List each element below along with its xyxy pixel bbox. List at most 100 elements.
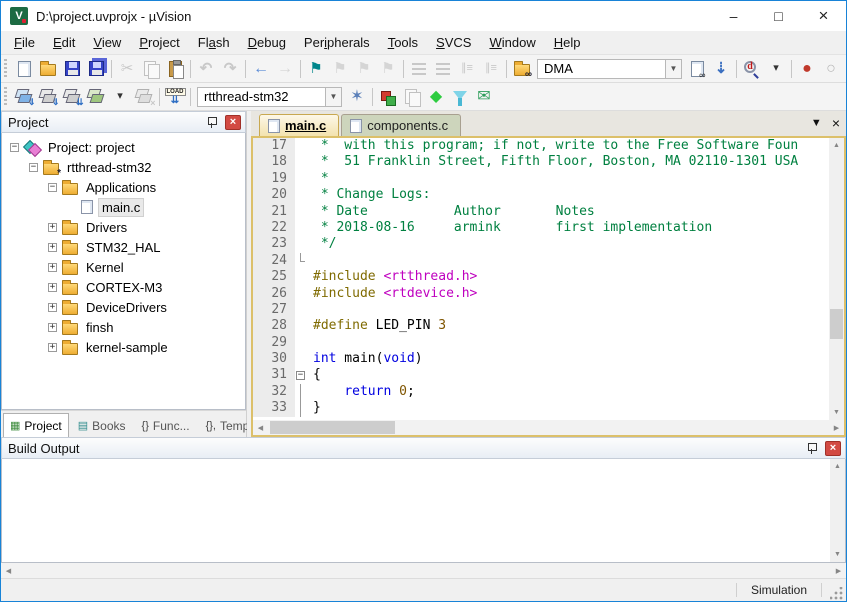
bookmark-clear-button[interactable]: ⚑: [376, 57, 400, 81]
build-output-hscrollbar[interactable]: ◀ ▶: [1, 563, 846, 578]
code-editor[interactable]: 17 * with this program; if not, write to…: [253, 138, 829, 420]
options-for-target-button[interactable]: ✶: [345, 85, 369, 109]
tree-item-main-c[interactable]: main.c: [2, 197, 245, 217]
close-button[interactable]: ×: [801, 1, 846, 31]
pin-icon[interactable]: [205, 115, 219, 129]
expand-icon[interactable]: +: [48, 343, 57, 352]
editor-tab-components-c[interactable]: components.c: [341, 114, 461, 136]
batch-build-button[interactable]: [84, 85, 108, 109]
multi-project-button[interactable]: [400, 85, 424, 109]
toolbar-grip[interactable]: [3, 59, 9, 79]
tree-item-rtthread-stm32[interactable]: −*rtthread-stm32: [2, 157, 245, 177]
hscroll-thumb[interactable]: [270, 421, 395, 434]
menu-debug[interactable]: Debug: [239, 32, 295, 53]
manage-project-items-button[interactable]: [376, 85, 400, 109]
new-file-button[interactable]: [12, 57, 36, 81]
open-button[interactable]: [36, 57, 60, 81]
chevron-down-icon[interactable]: ▼: [665, 59, 682, 79]
menu-window[interactable]: Window: [480, 32, 544, 53]
expand-icon[interactable]: +: [48, 243, 57, 252]
indent-button[interactable]: [407, 57, 431, 81]
menu-tools[interactable]: Tools: [379, 32, 427, 53]
maximize-button[interactable]: □: [756, 1, 801, 31]
menu-svcs[interactable]: SVCS: [427, 32, 480, 53]
scroll-down-icon[interactable]: ▼: [829, 405, 844, 420]
scroll-up-icon[interactable]: ▲: [829, 138, 844, 153]
lookup-button[interactable]: d: [740, 57, 764, 81]
collapse-icon[interactable]: −: [29, 163, 38, 172]
panel-tab-books[interactable]: ▤Books: [71, 413, 133, 437]
manage-rte-button[interactable]: ◆: [424, 85, 448, 109]
search-combobox[interactable]: DMA▼: [537, 59, 682, 79]
vscroll-thumb[interactable]: [830, 309, 843, 339]
collapse-icon[interactable]: −: [10, 143, 19, 152]
toolbar-grip[interactable]: [3, 87, 9, 107]
find-in-files-button[interactable]: ∞: [510, 57, 534, 81]
expand-icon[interactable]: +: [48, 263, 57, 272]
project-panel-close-icon[interactable]: ×: [225, 115, 241, 130]
expand-icon[interactable]: +: [48, 323, 57, 332]
tree-item-applications[interactable]: −Applications: [2, 177, 245, 197]
copy-button[interactable]: [139, 57, 163, 81]
scroll-down-icon[interactable]: ▼: [830, 547, 845, 562]
menu-edit[interactable]: Edit: [44, 32, 84, 53]
build-output-vscrollbar[interactable]: ▲ ▼: [830, 459, 845, 562]
menu-file[interactable]: File: [5, 32, 44, 53]
fold-collapse-icon[interactable]: −: [296, 371, 305, 380]
menu-flash[interactable]: Flash: [189, 32, 239, 53]
editor-hscrollbar[interactable]: ◀ ▶: [253, 420, 844, 435]
bookmark-prev-button[interactable]: ⚑: [328, 57, 352, 81]
menu-view[interactable]: View: [84, 32, 130, 53]
comment-button[interactable]: ∥≡: [455, 57, 479, 81]
minimize-button[interactable]: –: [711, 1, 756, 31]
navigate-forward-button[interactable]: →: [273, 57, 297, 81]
tree-item-devicedrivers[interactable]: +DeviceDrivers: [2, 297, 245, 317]
resize-grip[interactable]: [830, 587, 844, 601]
tree-item-cortex-m3[interactable]: +CORTEX-M3: [2, 277, 245, 297]
menu-peripherals[interactable]: Peripherals: [295, 32, 379, 53]
tree-item-kernel[interactable]: +Kernel: [2, 257, 245, 277]
fold-margin[interactable]: −: [295, 367, 307, 383]
pin-icon[interactable]: [805, 441, 819, 455]
tree-item-stm32-hal[interactable]: +STM32_HAL: [2, 237, 245, 257]
build-button[interactable]: ⇓: [36, 85, 60, 109]
uncomment-button[interactable]: ∥≡: [479, 57, 503, 81]
lookup-dropdown[interactable]: ▾: [764, 57, 788, 81]
scroll-left-icon[interactable]: ◀: [253, 420, 268, 435]
rebuild-button[interactable]: ⇊: [60, 85, 84, 109]
editor-vscrollbar[interactable]: ▲ ▼: [829, 138, 844, 420]
kill-breakpoints-button[interactable]: [843, 57, 846, 81]
incremental-find-button[interactable]: ⇣: [709, 57, 733, 81]
expand-icon[interactable]: +: [48, 283, 57, 292]
save-button[interactable]: [60, 57, 84, 81]
expand-icon[interactable]: +: [48, 303, 57, 312]
stop-build-button[interactable]: ×: [132, 85, 156, 109]
build-output-close-icon[interactable]: ×: [825, 441, 841, 456]
cut-button[interactable]: ✂: [115, 57, 139, 81]
editor-tab-main-c[interactable]: main.c: [259, 114, 339, 136]
close-document-icon[interactable]: ×: [832, 115, 840, 131]
navigate-back-button[interactable]: ←: [249, 57, 273, 81]
tree-item-finsh[interactable]: +finsh: [2, 317, 245, 337]
redo-button[interactable]: ↷: [218, 57, 242, 81]
tree-item-kernel-sample[interactable]: +kernel-sample: [2, 337, 245, 357]
scroll-right-icon[interactable]: ▶: [829, 420, 844, 435]
panel-tab-func[interactable]: {}Func...: [135, 413, 197, 437]
scroll-left-icon[interactable]: ◀: [1, 563, 16, 578]
collapse-icon[interactable]: −: [48, 183, 57, 192]
tab-list-icon[interactable]: ▼: [811, 117, 822, 129]
menu-help[interactable]: Help: [545, 32, 590, 53]
bookmark-toggle-button[interactable]: ⚑: [304, 57, 328, 81]
unindent-button[interactable]: [431, 57, 455, 81]
breakpoint-button[interactable]: ●: [795, 57, 819, 81]
chevron-down-icon[interactable]: ▼: [325, 87, 342, 107]
find-in-files-doc-button[interactable]: ∞: [685, 57, 709, 81]
scroll-up-icon[interactable]: ▲: [830, 459, 845, 474]
pack-installer-button[interactable]: ✉: [472, 85, 496, 109]
breakpoint-disabled-button[interactable]: ○: [819, 57, 843, 81]
paste-button[interactable]: [163, 57, 187, 81]
tree-item-drivers[interactable]: +Drivers: [2, 217, 245, 237]
save-all-button[interactable]: [84, 57, 108, 81]
menu-project[interactable]: Project: [130, 32, 188, 53]
undo-button[interactable]: ↶: [194, 57, 218, 81]
